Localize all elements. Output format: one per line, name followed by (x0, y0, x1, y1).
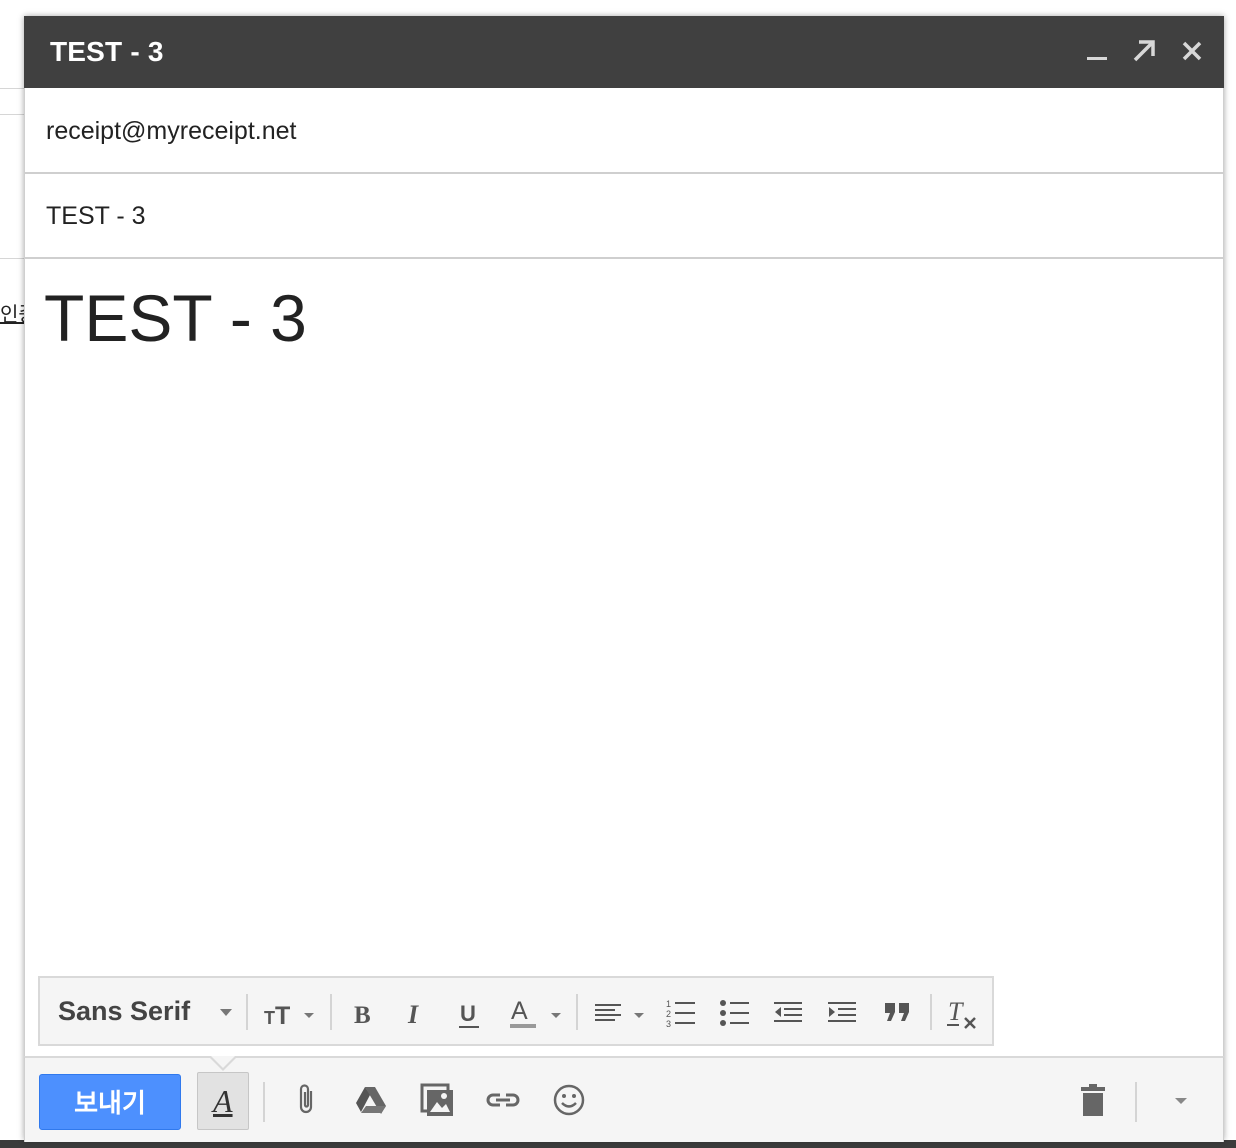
text-size-icon: T T (264, 1002, 314, 1030)
svg-text:U: U (460, 1001, 476, 1026)
svg-text:3: 3 (666, 1019, 671, 1029)
insert-photo-icon (420, 1083, 453, 1116)
toolbar-separator (246, 994, 248, 1030)
bold-button[interactable]: B (346, 992, 380, 1032)
background-divider (0, 88, 26, 89)
formatting-options-toggle[interactable]: A (197, 1072, 249, 1130)
recipient-input[interactable] (44, 112, 1148, 150)
text-color-icon: A (510, 997, 561, 1028)
popout-arrow-icon (1133, 40, 1155, 62)
toolbar-pointer (211, 1056, 235, 1068)
more-options-button[interactable] (1163, 1082, 1199, 1118)
message-body-text[interactable]: TEST - 3 (44, 280, 307, 356)
attach-icon (299, 1084, 313, 1114)
numbered-list-icon: 1 2 3 (666, 999, 695, 1029)
text-size-button[interactable]: T T (262, 992, 322, 1032)
attach-files-button[interactable] (289, 1082, 325, 1118)
insert-emoji-button[interactable] (551, 1082, 587, 1118)
bulleted-list-button[interactable] (718, 992, 752, 1032)
to-field (24, 88, 1224, 174)
quote-icon (885, 1003, 909, 1021)
drive-icon (356, 1087, 386, 1114)
subject-input[interactable] (44, 197, 1148, 235)
font-family-label: Sans Serif (58, 996, 191, 1026)
indent-more-button[interactable] (826, 992, 860, 1032)
indent-less-button[interactable] (772, 992, 806, 1032)
insert-link-button[interactable] (483, 1082, 520, 1118)
remove-formatting-button[interactable]: T (944, 992, 984, 1032)
background-divider (0, 114, 26, 115)
svg-text:T: T (264, 1008, 275, 1028)
toolbar-separator (263, 1082, 265, 1122)
svg-text:T: T (948, 997, 964, 1026)
indent-less-icon (774, 1002, 802, 1022)
svg-text:1: 1 (666, 999, 671, 1009)
compose-bottom-toolbar: 보내기 A (24, 1056, 1224, 1142)
svg-text:B: B (354, 1002, 371, 1029)
discard-draft-button[interactable] (1075, 1082, 1111, 1118)
compose-window: TEST - 3 TEST - 3 Sans Serif (24, 16, 1224, 1142)
insert-from-drive-button[interactable] (353, 1082, 389, 1118)
popout-button[interactable] (1127, 34, 1161, 68)
underline-button[interactable]: U (454, 992, 488, 1032)
svg-text:A: A (511, 997, 528, 1025)
align-icon (595, 1004, 644, 1021)
bulleted-list-icon (720, 1000, 749, 1026)
font-dropdown-arrow-icon[interactable] (220, 1009, 232, 1017)
underline-icon: U (459, 1001, 479, 1028)
text-color-button[interactable]: A (506, 992, 566, 1032)
svg-text:2: 2 (666, 1009, 671, 1019)
align-button[interactable] (592, 992, 652, 1032)
minimize-button[interactable] (1080, 34, 1114, 68)
more-options-icon (1175, 1098, 1187, 1104)
italic-icon: I (407, 1000, 419, 1029)
minimize-icon (1087, 57, 1107, 60)
remove-formatting-icon: T (947, 997, 976, 1029)
message-body[interactable]: TEST - 3 (24, 258, 1224, 1056)
toolbar-separator (930, 994, 932, 1030)
compose-title: TEST - 3 (50, 36, 164, 67)
close-button[interactable] (1175, 34, 1209, 68)
emoji-icon (553, 1084, 585, 1116)
background-link-fragment[interactable]: 인증 (0, 298, 24, 327)
close-icon (1182, 41, 1202, 61)
formatting-toggle-glyph: A (213, 1083, 233, 1119)
subject-field (24, 173, 1224, 259)
formatting-toolbar: Sans Serif T T B I U A 1 2 3 T (38, 976, 994, 1046)
insert-link-icon (486, 1093, 520, 1107)
italic-button[interactable]: I (400, 992, 434, 1032)
svg-text:I: I (407, 1000, 419, 1029)
compose-title-bar[interactable]: TEST - 3 (24, 16, 1224, 88)
toolbar-separator (330, 994, 332, 1030)
insert-photo-button[interactable] (419, 1082, 455, 1118)
numbered-list-button[interactable]: 1 2 3 (664, 992, 698, 1032)
indent-more-icon (828, 1002, 856, 1022)
toolbar-separator (576, 994, 578, 1030)
background-divider (0, 258, 26, 259)
toolbar-separator (1135, 1082, 1137, 1122)
quote-button[interactable] (882, 992, 916, 1032)
trash-icon (1081, 1084, 1105, 1116)
send-button[interactable]: 보내기 (39, 1074, 181, 1130)
bold-icon: B (354, 1002, 371, 1029)
svg-text:T: T (275, 1002, 290, 1030)
font-family-select[interactable]: Sans Serif (58, 996, 190, 1027)
